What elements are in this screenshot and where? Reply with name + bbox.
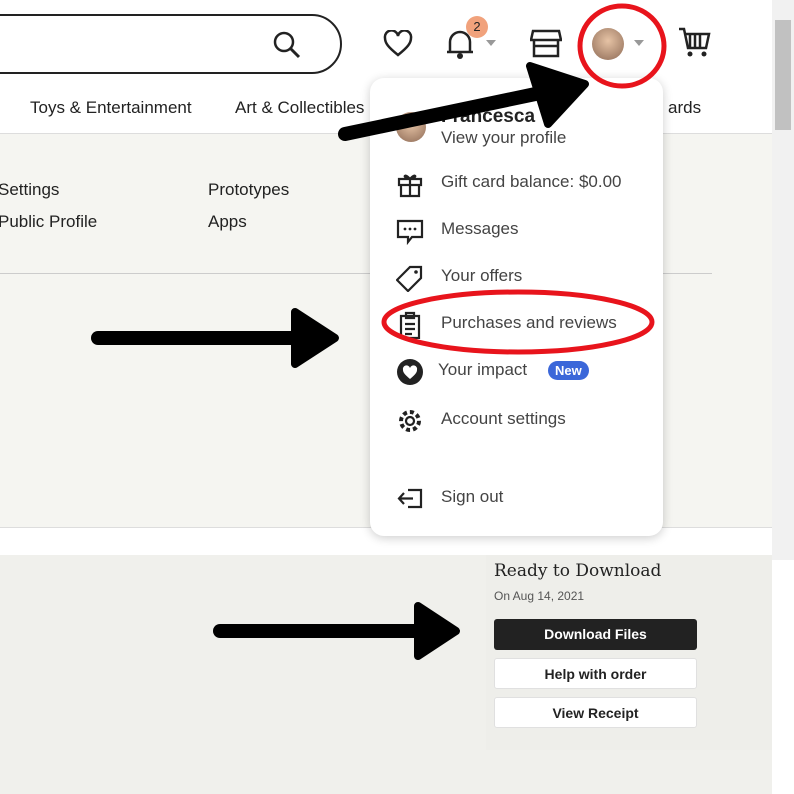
account-menu: Francesca View your profile Gift card ba… bbox=[370, 78, 663, 536]
menu-label: Your impact bbox=[438, 360, 528, 379]
gear-icon bbox=[399, 410, 421, 432]
scrollbar-thumb[interactable] bbox=[775, 20, 791, 130]
menu-item-sign-out[interactable]: Sign out bbox=[370, 477, 663, 517]
menu-label: Gift card balance: $0.00 bbox=[441, 172, 622, 191]
menu-label: Sign out bbox=[441, 487, 504, 506]
menu-item-profile[interactable]: Francesca View your profile bbox=[370, 106, 663, 156]
menu-item-messages[interactable]: Messages bbox=[370, 209, 663, 249]
menu-item-account-settings[interactable]: Account settings bbox=[370, 399, 663, 439]
new-badge: New bbox=[548, 361, 589, 380]
nav-cards[interactable]: ards bbox=[668, 98, 701, 118]
cart-icon[interactable] bbox=[678, 26, 712, 58]
menu-label: Account settings bbox=[441, 409, 566, 428]
nav-toys[interactable]: Toys & Entertainment bbox=[30, 98, 192, 118]
message-icon bbox=[396, 219, 424, 245]
menu-label: Messages bbox=[441, 219, 519, 238]
download-files-button[interactable]: Download Files bbox=[494, 619, 697, 650]
menu-item-impact[interactable]: Your impact New bbox=[370, 350, 663, 390]
settings-link[interactable]: Settings bbox=[0, 180, 59, 200]
shop-icon[interactable] bbox=[530, 28, 562, 58]
search-icon[interactable] bbox=[272, 30, 302, 60]
favorites-heart-icon[interactable] bbox=[383, 30, 413, 58]
order-status: Ready to Download bbox=[494, 561, 662, 581]
apps-link[interactable]: Apps bbox=[208, 212, 247, 232]
menu-item-offers[interactable]: Your offers bbox=[370, 256, 663, 296]
user-name: Francesca bbox=[441, 106, 536, 127]
avatar[interactable] bbox=[592, 28, 624, 60]
menu-label: Your offers bbox=[441, 266, 523, 285]
help-with-order-button[interactable]: Help with order bbox=[494, 658, 697, 689]
order-date: On Aug 14, 2021 bbox=[494, 589, 585, 603]
menu-item-purchases[interactable]: Purchases and reviews bbox=[370, 303, 663, 343]
menu-item-gift-card[interactable]: Gift card balance: $0.00 bbox=[370, 162, 663, 202]
gift-icon bbox=[397, 174, 423, 198]
avatar bbox=[396, 112, 426, 142]
clipboard-icon bbox=[399, 311, 421, 339]
public-profile-link[interactable]: Public Profile bbox=[0, 212, 97, 232]
chevron-down-icon[interactable] bbox=[486, 40, 496, 51]
search-input[interactable] bbox=[0, 14, 342, 74]
view-profile-label: View your profile bbox=[441, 128, 567, 147]
view-receipt-button[interactable]: View Receipt bbox=[494, 697, 697, 728]
prototypes-link[interactable]: Prototypes bbox=[208, 180, 289, 200]
heart-icon bbox=[397, 359, 423, 385]
sign-out-icon bbox=[397, 488, 423, 509]
notification-badge: 2 bbox=[466, 16, 488, 38]
chevron-down-icon[interactable] bbox=[634, 40, 644, 51]
tag-icon bbox=[396, 265, 423, 292]
menu-label: Purchases and reviews bbox=[441, 313, 617, 332]
nav-art[interactable]: Art & Collectibles bbox=[235, 98, 364, 118]
